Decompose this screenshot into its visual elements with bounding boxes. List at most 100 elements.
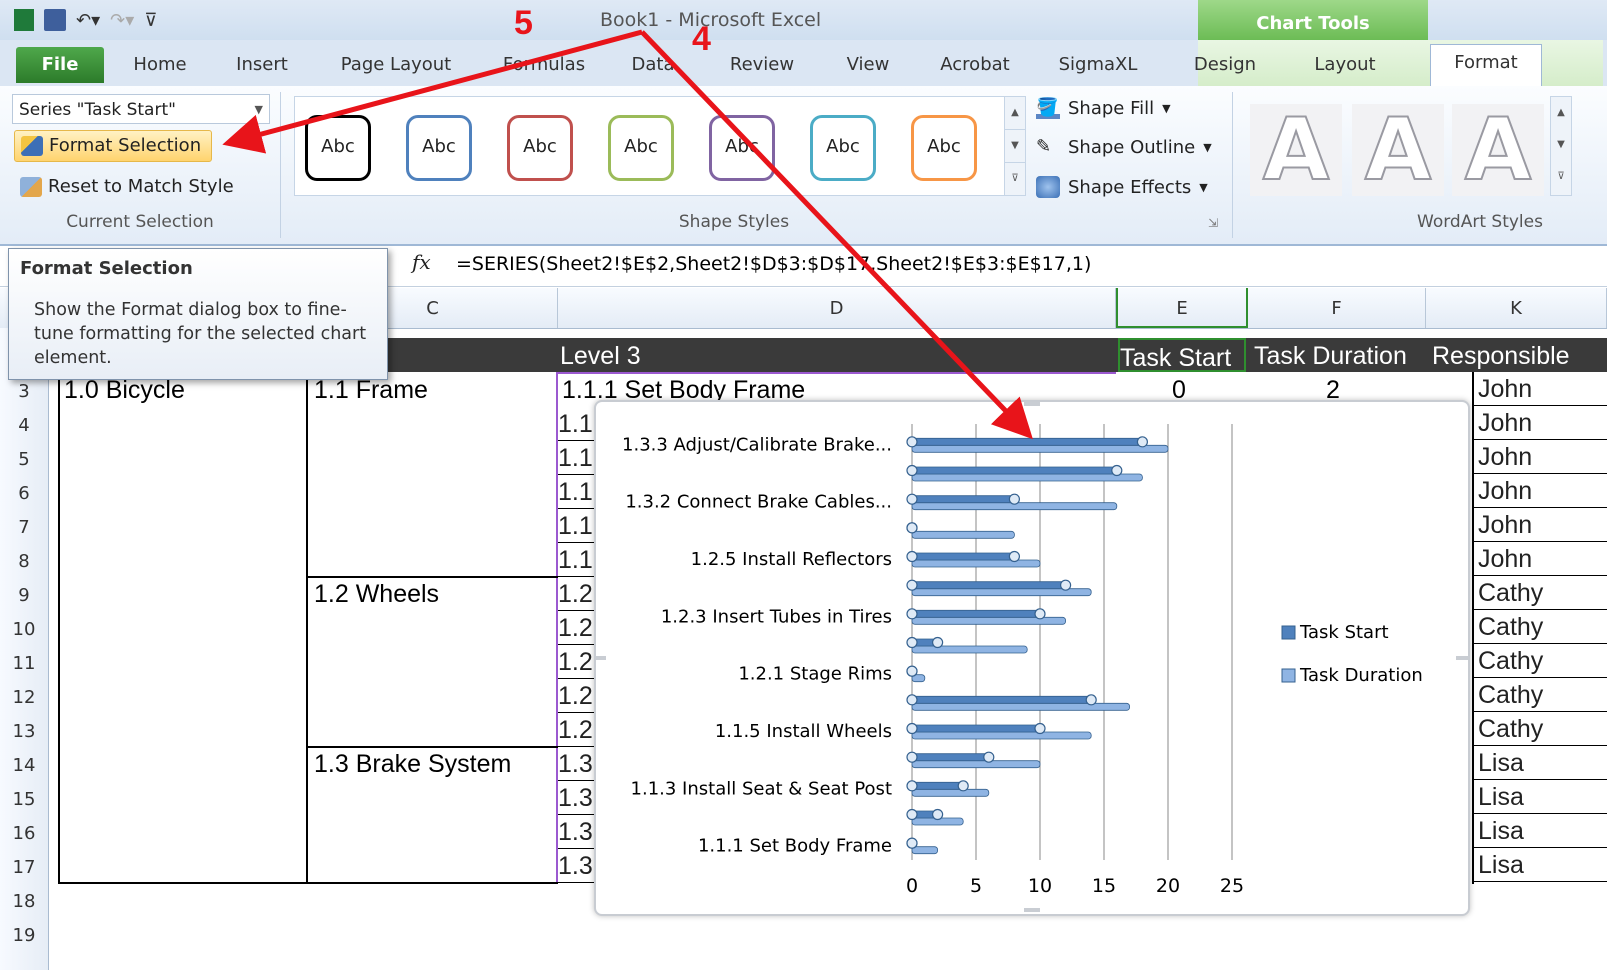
series-marker xyxy=(906,751,918,763)
row-header[interactable]: 7 xyxy=(0,508,48,542)
shape-style-sample[interactable]: Abc xyxy=(810,115,876,181)
shape-effects-button[interactable]: Shape Effects ▼ xyxy=(1036,172,1208,202)
tab-view[interactable]: View xyxy=(836,47,900,83)
format-selection-label: Format Selection xyxy=(49,135,202,156)
dialog-launcher-icon[interactable]: ⇲ xyxy=(1208,216,1218,230)
gallery-more-icon[interactable]: ⊽ xyxy=(1551,161,1571,193)
format-selection-icon xyxy=(21,136,43,156)
responsible-cell[interactable]: Lisa xyxy=(1474,848,1607,882)
scroll-down-icon[interactable]: ▼ xyxy=(1005,130,1025,163)
responsible-cell[interactable]: John xyxy=(1474,440,1607,474)
task-duration-header-cell[interactable]: Task Duration xyxy=(1254,338,1407,372)
responsible-cell[interactable]: John xyxy=(1474,508,1607,542)
row-header[interactable]: 9 xyxy=(0,576,48,610)
tab-layout[interactable]: Layout xyxy=(1290,47,1400,83)
row-header[interactable]: 16 xyxy=(0,814,48,848)
responsible-cell[interactable]: John xyxy=(1474,474,1607,508)
scroll-up-icon[interactable]: ▲ xyxy=(1005,97,1025,130)
insert-function-icon[interactable]: fx xyxy=(412,250,431,274)
bar-chart[interactable]: 0 5 10 15 20 25 1.1.1 Set Body Frame 1.1.3 Inst… xyxy=(594,400,1470,916)
shape-style-sample[interactable]: Abc xyxy=(608,115,674,181)
tab-design[interactable]: Design xyxy=(1180,47,1270,83)
wordart-gallery-scroll[interactable]: ▲ ▼ ⊽ xyxy=(1550,96,1572,196)
tab-home[interactable]: Home xyxy=(118,47,202,83)
task-start-header-cell[interactable]: Task Start xyxy=(1118,338,1246,372)
column-header[interactable]: K xyxy=(1426,288,1607,328)
shape-style-sample[interactable]: Abc xyxy=(406,115,472,181)
wordart-style-sample[interactable]: A xyxy=(1452,103,1544,197)
gallery-scroll[interactable]: ▲ ▼ ⊽ xyxy=(1004,96,1026,196)
row-header[interactable]: 11 xyxy=(0,644,48,678)
responsible-header-cell[interactable]: Responsible xyxy=(1432,338,1570,372)
category-label: 1.2.5 Install Reflectors xyxy=(691,549,892,570)
tab-format[interactable]: Format xyxy=(1430,44,1542,87)
level2-cell[interactable]: 1.2 Wheels xyxy=(314,580,439,609)
level2-cell[interactable]: 1.1 Frame xyxy=(314,376,428,405)
level3-header-cell[interactable]: Level 3 xyxy=(560,338,641,372)
column-header[interactable]: F xyxy=(1248,288,1426,328)
format-selection-button[interactable]: Format Selection xyxy=(14,130,212,162)
responsible-cell[interactable]: Cathy xyxy=(1474,712,1607,746)
tab-sigmaxl[interactable]: SigmaXL xyxy=(1050,47,1146,83)
shape-style-sample[interactable]: Abc xyxy=(709,115,775,181)
responsible-cell[interactable]: Cathy xyxy=(1474,678,1607,712)
responsible-cell[interactable]: Cathy xyxy=(1474,644,1607,678)
row-header[interactable]: 6 xyxy=(0,474,48,508)
shape-style-sample[interactable]: Abc xyxy=(911,115,977,181)
responsible-cell[interactable]: Lisa xyxy=(1474,780,1607,814)
bar-task-start xyxy=(911,581,1067,590)
wordart-style-sample[interactable]: A xyxy=(1250,103,1342,197)
scroll-up-icon[interactable]: ▲ xyxy=(1551,97,1571,129)
save-icon[interactable] xyxy=(44,9,66,31)
undo-icon[interactable]: ↶▾ xyxy=(76,10,100,31)
excel-icon[interactable] xyxy=(14,9,34,31)
wordart-style-sample[interactable]: A xyxy=(1352,103,1444,197)
gallery-more-icon[interactable]: ⊽ xyxy=(1005,163,1025,195)
row-header[interactable]: 19 xyxy=(0,916,48,950)
level2-cell[interactable]: 1.3 Brake System xyxy=(314,750,511,779)
responsible-cell[interactable]: John xyxy=(1474,542,1607,576)
ribbon-separator xyxy=(280,92,281,238)
customize-qat-icon[interactable]: ⊽ xyxy=(144,10,157,31)
tab-data[interactable]: Data xyxy=(622,47,684,83)
responsible-cell[interactable]: John xyxy=(1474,406,1607,440)
series-marker xyxy=(906,636,918,649)
shape-style-sample[interactable]: Abc xyxy=(507,115,573,181)
row-header[interactable]: 15 xyxy=(0,780,48,814)
row-header[interactable]: 4 xyxy=(0,406,48,440)
responsible-cell[interactable]: Cathy xyxy=(1474,576,1607,610)
responsible-cell[interactable]: Lisa xyxy=(1474,746,1607,780)
tab-page-layout[interactable]: Page Layout xyxy=(330,47,462,83)
category-label: 1.2.1 Stage Rims xyxy=(738,664,892,685)
shape-fill-button[interactable]: 🪣 Shape Fill ▼ xyxy=(1036,93,1171,123)
row-header[interactable]: 8 xyxy=(0,542,48,576)
responsible-cell[interactable]: Cathy xyxy=(1474,610,1607,644)
column-header[interactable]: D xyxy=(558,288,1116,328)
shape-outline-button[interactable]: ✎ Shape Outline ▼ xyxy=(1036,132,1212,162)
category-label: 1.3.3 Adjust/Calibrate Brake... xyxy=(622,434,892,455)
level1-cell[interactable]: 1.0 Bicycle xyxy=(64,376,185,405)
tab-acrobat[interactable]: Acrobat xyxy=(928,47,1022,83)
row-header[interactable]: 14 xyxy=(0,746,48,780)
row-header[interactable]: 18 xyxy=(0,882,48,916)
reset-to-match-style-button[interactable]: Reset to Match Style xyxy=(14,171,254,203)
tab-file[interactable]: File xyxy=(16,47,104,83)
quick-access-toolbar: ↶▾ ↷▾ ⊽ xyxy=(14,6,157,34)
row-header[interactable]: 12 xyxy=(0,678,48,712)
responsible-cell[interactable]: Lisa xyxy=(1474,814,1607,848)
chart-elements-dropdown[interactable]: Series "Task Start" ▼ xyxy=(12,94,270,124)
column-header[interactable]: E xyxy=(1116,288,1248,328)
tab-review[interactable]: Review xyxy=(716,47,808,83)
row-header[interactable]: 13 xyxy=(0,712,48,746)
row-header[interactable]: 17 xyxy=(0,848,48,882)
shape-style-sample[interactable]: Abc xyxy=(305,115,371,181)
tab-insert[interactable]: Insert xyxy=(222,47,302,83)
row-header[interactable]: 5 xyxy=(0,440,48,474)
formula-input[interactable]: =SERIES(Sheet2!$E$2,Sheet2!$D$3:$D$17,Sh… xyxy=(456,253,1091,275)
bar-task-start xyxy=(911,724,1041,733)
responsible-cell[interactable]: John xyxy=(1474,372,1607,406)
tab-formulas[interactable]: Formulas xyxy=(494,47,594,83)
row-header[interactable]: 10 xyxy=(0,610,48,644)
scroll-down-icon[interactable]: ▼ xyxy=(1551,129,1571,161)
redo-icon[interactable]: ↷▾ xyxy=(110,10,134,31)
